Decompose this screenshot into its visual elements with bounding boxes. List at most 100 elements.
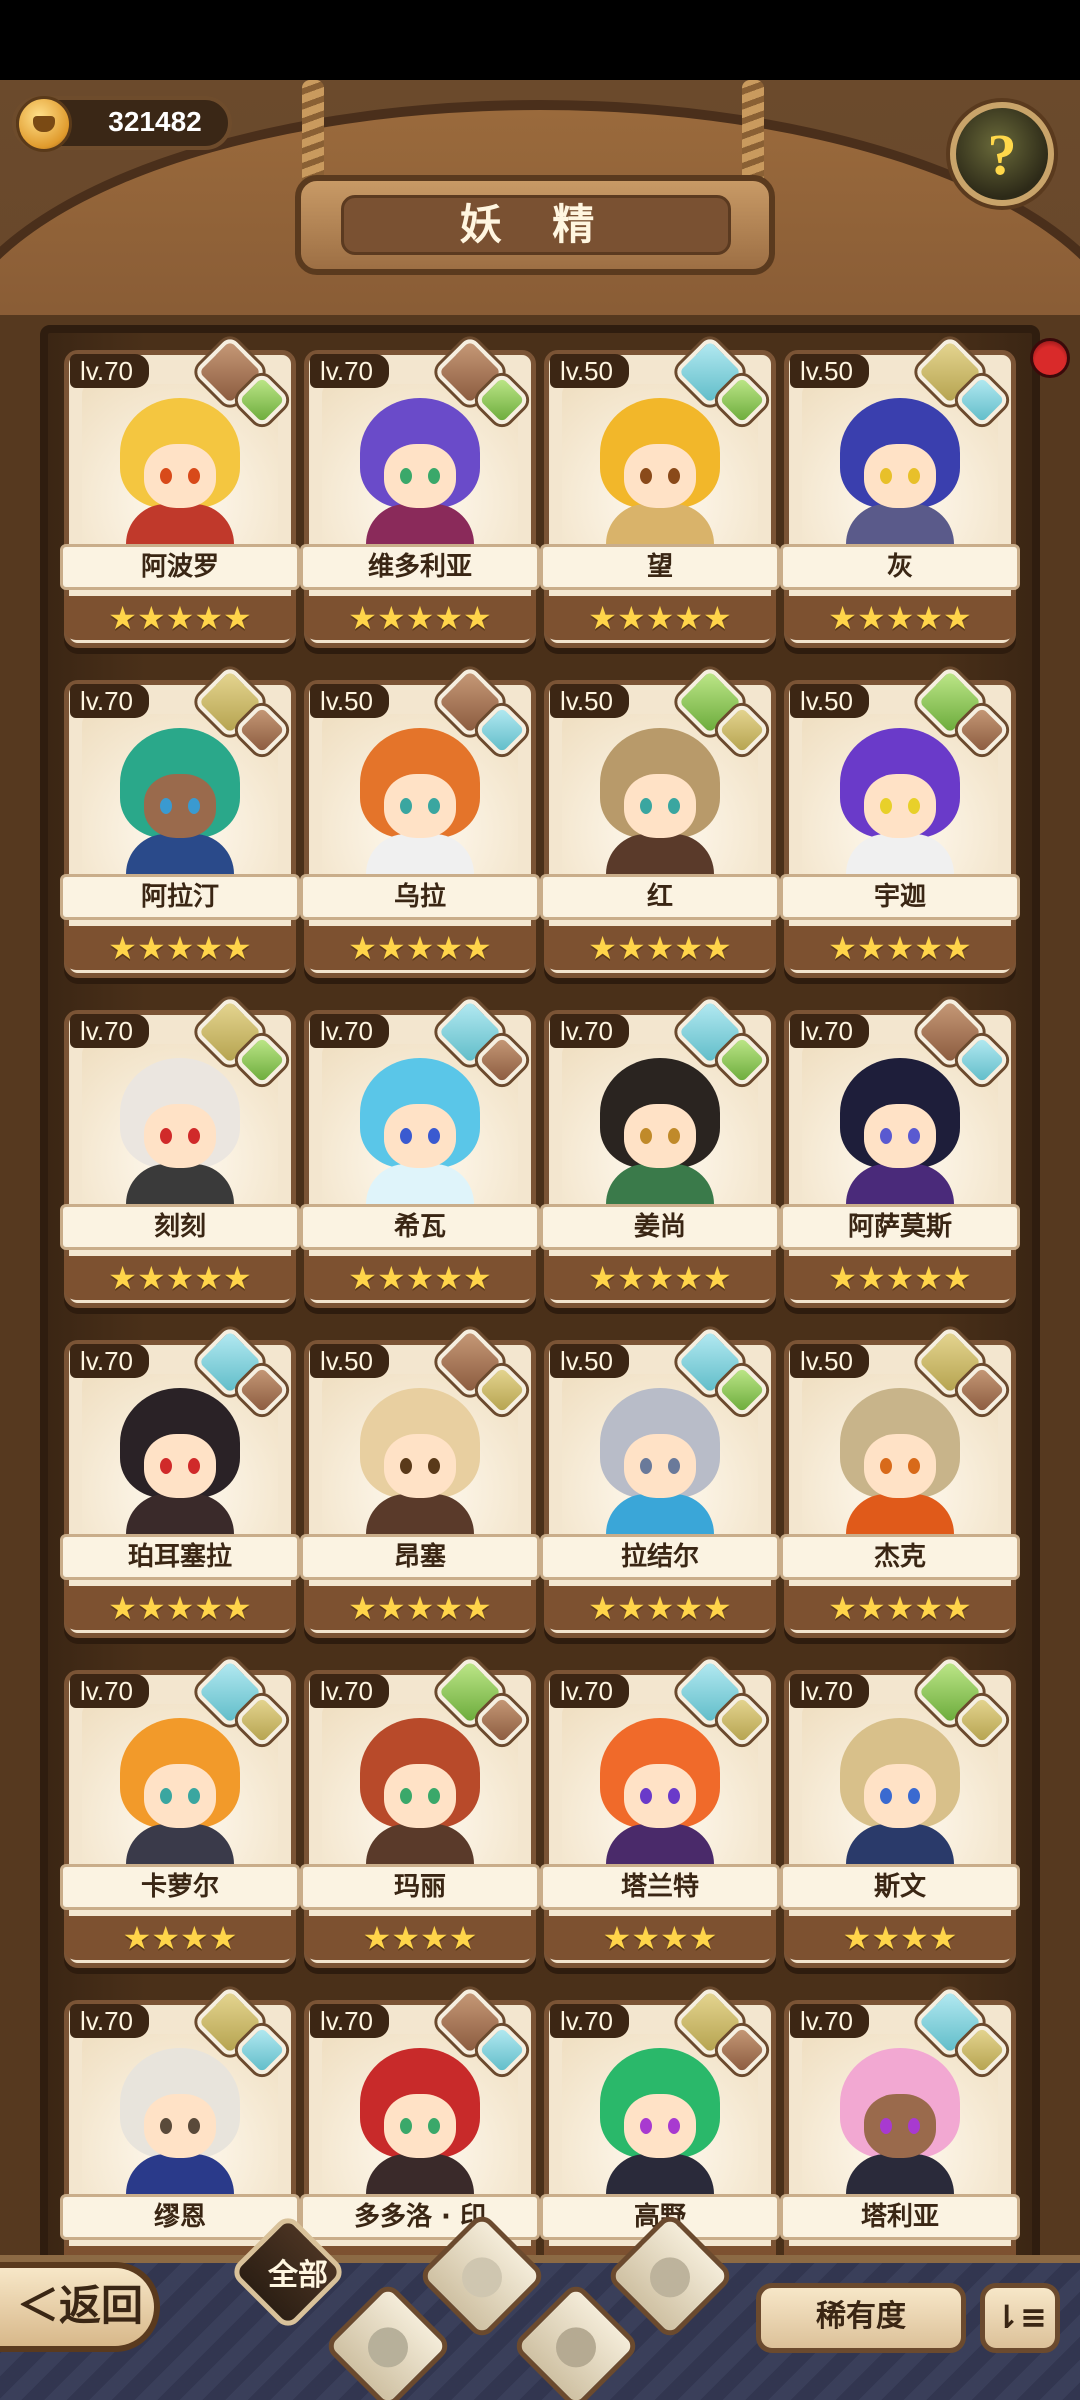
fairy-card[interactable]: lv.70 塔兰特 ★★★★	[540, 1655, 780, 1968]
fairy-card[interactable]: lv.70 阿拉汀 ★★★★★	[60, 665, 300, 978]
fairy-name: 塔利亚	[780, 2194, 1020, 2240]
fairy-name: 杰克	[780, 1534, 1020, 1580]
level-tag: lv.70	[70, 1344, 149, 1378]
fairy-name: 望	[540, 544, 780, 590]
fairy-collection-screen: 321482 妖 精 ? lv.70 阿波罗 ★★★★★ lv.70 维多利亚 ★★★★★…	[0, 80, 1080, 2400]
portrait-face	[144, 774, 216, 838]
star-icons: ★★★★★	[108, 929, 252, 967]
fairy-card[interactable]: lv.70 斯文 ★★★★	[780, 1655, 1020, 1968]
star-icons: ★★★★	[122, 1919, 238, 1957]
level-tag: lv.50	[550, 684, 629, 718]
fairy-card[interactable]: lv.70 玛丽 ★★★★	[300, 1655, 540, 1968]
portrait-face	[624, 2094, 696, 2158]
portrait-eye	[428, 1128, 440, 1144]
fairy-card[interactable]: lv.70 刻刻 ★★★★★	[60, 995, 300, 1308]
fairy-card[interactable]: lv.50 昂塞 ★★★★★	[300, 1325, 540, 1638]
portrait-eye	[400, 1458, 412, 1474]
portrait-eye	[640, 1788, 652, 1804]
fairy-name: 阿萨莫斯	[780, 1204, 1020, 1250]
star-rating: ★★★★	[544, 1916, 776, 1960]
fairy-name: 阿拉汀	[60, 874, 300, 920]
plant-filter-icon	[359, 2319, 417, 2376]
star-rating: ★★★★	[784, 1916, 1016, 1960]
portrait-face	[144, 1434, 216, 1498]
currency-display: 321482	[12, 96, 232, 152]
question-icon: ?	[987, 121, 1017, 187]
earth-filter-icon	[547, 2319, 605, 2376]
level-tag: lv.50	[790, 1344, 869, 1378]
fairy-card[interactable]: lv.50 宇迦 ★★★★★	[780, 665, 1020, 978]
level-tag: lv.70	[550, 1674, 629, 1708]
fairy-card[interactable]: lv.70塔利亚★★★★	[780, 1985, 1020, 2298]
fairy-card[interactable]: lv.50 杰克 ★★★★★	[780, 1325, 1020, 1638]
star-rating: ★★★★★	[304, 1586, 536, 1630]
help-button[interactable]: ?	[950, 102, 1054, 206]
coin-icon	[16, 96, 72, 152]
fairy-card[interactable]: lv.70 阿萨莫斯 ★★★★★	[780, 995, 1020, 1308]
sort-order-button[interactable]: ⇂≡	[980, 2283, 1060, 2353]
fairy-name: 乌拉	[300, 874, 540, 920]
portrait-face	[384, 1764, 456, 1828]
portrait-eye	[640, 1458, 652, 1474]
level-tag: lv.70	[550, 2004, 629, 2038]
rarity-sort-button[interactable]: 稀有度	[756, 2283, 966, 2353]
star-icons: ★★★★★	[108, 599, 252, 637]
portrait-face	[624, 1434, 696, 1498]
fairy-name: 玛丽	[300, 1864, 540, 1910]
portrait-eye	[160, 1788, 172, 1804]
currency-value: 321482	[108, 106, 202, 137]
fairy-card[interactable]: lv.70 卡萝尔 ★★★★	[60, 1655, 300, 1968]
star-rating: ★★★★★	[544, 926, 776, 970]
fairy-card[interactable]: lv.70 珀耳塞拉 ★★★★★	[60, 1325, 300, 1638]
portrait-eye	[908, 1788, 920, 1804]
portrait-face	[144, 1104, 216, 1168]
fairy-card[interactable]: lv.70 姜尚 ★★★★★	[540, 995, 780, 1308]
portrait-eye	[160, 468, 172, 484]
portrait-face	[624, 1764, 696, 1828]
fairy-name: 刻刻	[60, 1204, 300, 1250]
portrait-eye	[880, 1458, 892, 1474]
portrait-eye	[428, 468, 440, 484]
portrait-face	[384, 2094, 456, 2158]
portrait-eye	[160, 2118, 172, 2134]
portrait-face	[864, 444, 936, 508]
star-rating: ★★★★	[304, 1916, 536, 1960]
fairy-card[interactable]: lv.70 维多利亚 ★★★★★	[300, 335, 540, 648]
portrait-eye	[428, 1458, 440, 1474]
portrait-eye	[668, 798, 680, 814]
fairy-name: 宇迦	[780, 874, 1020, 920]
portrait-eye	[188, 2118, 200, 2134]
fairy-name: 缪恩	[60, 2194, 300, 2240]
level-tag: lv.70	[550, 1014, 629, 1048]
fairy-card[interactable]: lv.70 希瓦 ★★★★★	[300, 995, 540, 1308]
fairy-card[interactable]: lv.70 阿波罗 ★★★★★	[60, 335, 300, 648]
portrait-eye	[668, 1458, 680, 1474]
fairy-name: 维多利亚	[300, 544, 540, 590]
level-tag: lv.70	[70, 1674, 149, 1708]
portrait-eye	[400, 2118, 412, 2134]
star-icons: ★★★★★	[828, 599, 972, 637]
portrait-eye	[880, 468, 892, 484]
ladybug-icon[interactable]	[1030, 338, 1070, 378]
fairy-card[interactable]: lv.50 灰 ★★★★★	[780, 335, 1020, 648]
star-icons: ★★★★★	[348, 1589, 492, 1627]
portrait-eye	[428, 1788, 440, 1804]
portrait-eye	[188, 798, 200, 814]
fairy-card[interactable]: lv.50 望 ★★★★★	[540, 335, 780, 648]
star-icons: ★★★★★	[348, 929, 492, 967]
portrait-eye	[400, 468, 412, 484]
fairy-name: 塔兰特	[540, 1864, 780, 1910]
fairy-card[interactable]: lv.50 红 ★★★★★	[540, 665, 780, 978]
portrait-eye	[400, 1788, 412, 1804]
fairy-card[interactable]: lv.50 拉结尔 ★★★★★	[540, 1325, 780, 1638]
star-rating: ★★★★★	[544, 596, 776, 640]
portrait-eye	[160, 798, 172, 814]
back-button[interactable]: ＜返回	[0, 2262, 160, 2352]
fairy-card[interactable]: lv.50 乌拉 ★★★★★	[300, 665, 540, 978]
portrait-eye	[880, 1128, 892, 1144]
portrait-face	[384, 774, 456, 838]
level-tag: lv.70	[310, 2004, 389, 2038]
portrait-face	[384, 444, 456, 508]
star-rating: ★★★★★	[784, 596, 1016, 640]
level-tag: lv.50	[790, 354, 869, 388]
